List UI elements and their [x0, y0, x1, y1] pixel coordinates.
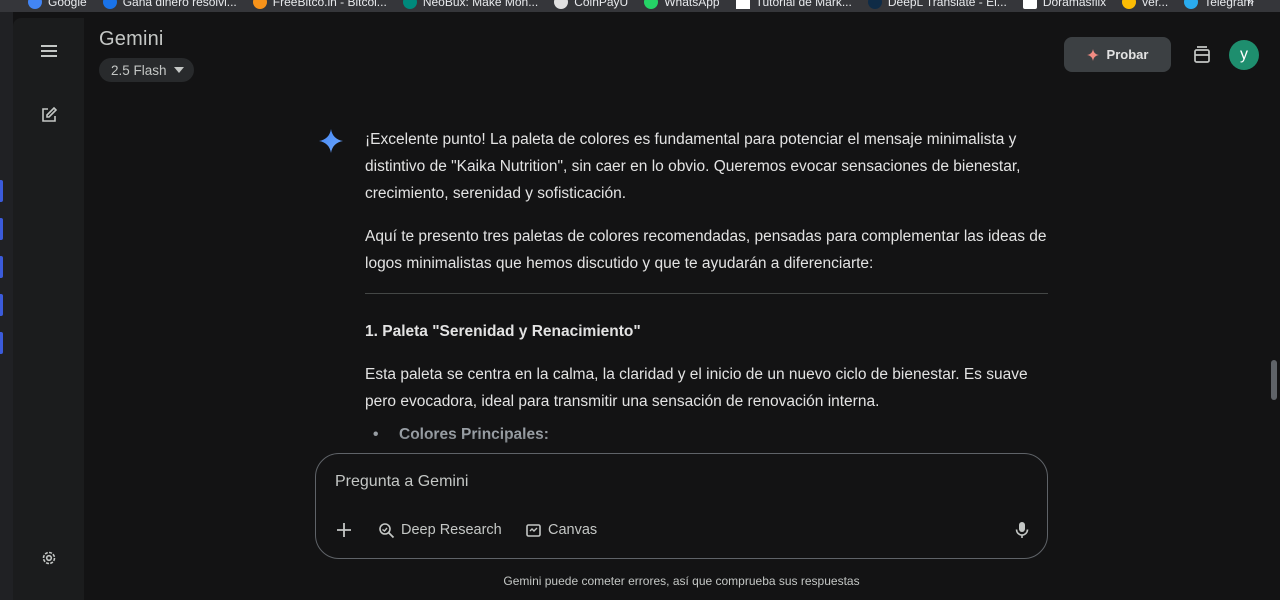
gemini-app: Gemini 2.5 Flash Probar y ¡Excelente pun… — [13, 18, 1280, 600]
sparkle-icon — [1086, 48, 1099, 61]
deep-research-button[interactable]: Deep Research — [378, 518, 502, 542]
bookmark-telegram[interactable]: Telegram — [1184, 0, 1254, 9]
side-tab-indicator[interactable] — [0, 294, 3, 316]
avatar[interactable]: y — [1229, 40, 1259, 70]
bookmark-tutorial[interactable]: Tutorial de Mark... — [735, 0, 852, 9]
gear-icon — [42, 551, 56, 565]
app-title: Gemini — [99, 28, 164, 50]
model-response: ¡Excelente punto! La paleta de colores e… — [365, 126, 1048, 448]
model-selector[interactable]: 2.5 Flash — [99, 58, 194, 82]
globe-favicon-icon — [102, 0, 117, 9]
side-tab-indicator[interactable] — [0, 218, 3, 240]
prompt-composer: Deep Research Canvas — [315, 453, 1048, 559]
bookmarks-bar: Google Gana dinero resolvi... FreeBitco.… — [0, 0, 1280, 12]
add-files-button[interactable] — [330, 516, 358, 544]
telegram-favicon-icon — [1184, 0, 1199, 9]
bookmark-deepl[interactable]: DeepL Translate - El... — [867, 0, 1007, 9]
disclaimer-text: Gemini puede cometer errores, así que co… — [503, 574, 860, 588]
upgrade-label: Probar — [1106, 47, 1149, 62]
hamburger-menu-icon — [41, 45, 57, 57]
double-chevron-right-icon[interactable]: » — [1247, 0, 1254, 8]
bookmark-freebitcoin[interactable]: FreeBitco.in - Bitcoi... — [252, 0, 387, 9]
response-paragraph: Aquí te presento tres paletas de colores… — [365, 228, 1047, 272]
google-favicon-icon — [28, 0, 42, 9]
canvas-label: Canvas — [548, 522, 598, 538]
response-paragraph: Esta paleta se centra en la calma, la cl… — [365, 366, 1028, 410]
bookmark-gana-dinero[interactable]: Gana dinero resolvi... — [102, 0, 237, 9]
model-label: 2.5 Flash — [111, 62, 167, 78]
side-tab-indicator[interactable] — [0, 180, 3, 202]
bookmark-ver[interactable]: ver... — [1122, 0, 1168, 9]
window-left-edge — [0, 12, 13, 600]
bookmark-whatsapp[interactable]: WhatsApp — [644, 0, 720, 9]
scrollbar-thumb[interactable] — [1271, 360, 1277, 400]
canvas-button[interactable]: Canvas — [525, 518, 597, 542]
prompt-input[interactable] — [335, 468, 995, 496]
caret-down-icon — [173, 67, 184, 73]
bookmark-coinpayu[interactable]: CoinPayU — [554, 0, 628, 9]
microphone-button[interactable] — [1008, 516, 1036, 544]
bookmark-google[interactable]: Google — [28, 0, 87, 9]
deep-research-icon — [379, 522, 395, 538]
chat-history-button[interactable] — [1189, 42, 1215, 68]
menu-button[interactable] — [32, 34, 66, 68]
star-favicon-icon — [1122, 0, 1137, 9]
canvas-icon — [526, 523, 541, 537]
coinpayu-favicon-icon — [554, 0, 569, 9]
deep-research-label: Deep Research — [401, 522, 502, 538]
side-tab-indicator[interactable] — [0, 332, 3, 354]
bitcoin-favicon-icon — [252, 0, 267, 9]
palette-heading: 1. Paleta "Serenidad y Renacimiento" — [365, 323, 641, 340]
whatsapp-favicon-icon — [644, 0, 659, 9]
archive-icon — [1194, 46, 1210, 63]
sidebar — [13, 18, 84, 600]
microphone-icon — [1015, 522, 1029, 538]
deepl-favicon-icon — [867, 0, 882, 9]
bookmark-doramasflix[interactable]: Doramasflix — [1022, 0, 1106, 9]
response-paragraph: ¡Excelente punto! La paleta de colores e… — [365, 131, 1021, 202]
gemini-star-icon — [319, 129, 343, 153]
settings-button[interactable] — [32, 541, 66, 575]
plus-icon — [337, 523, 351, 537]
new-chat-button[interactable] — [32, 98, 66, 132]
scrollbar[interactable] — [1268, 18, 1280, 600]
neobux-favicon-icon — [402, 0, 417, 9]
document-favicon-icon — [1022, 0, 1037, 9]
tutorial-favicon-icon — [735, 0, 750, 9]
edit-icon — [42, 106, 58, 122]
side-tab-indicator[interactable] — [0, 256, 3, 278]
divider — [365, 293, 1048, 294]
upgrade-button[interactable]: Probar — [1064, 37, 1171, 72]
bookmark-neobux[interactable]: NeoBux: Make Mon... — [402, 0, 538, 9]
